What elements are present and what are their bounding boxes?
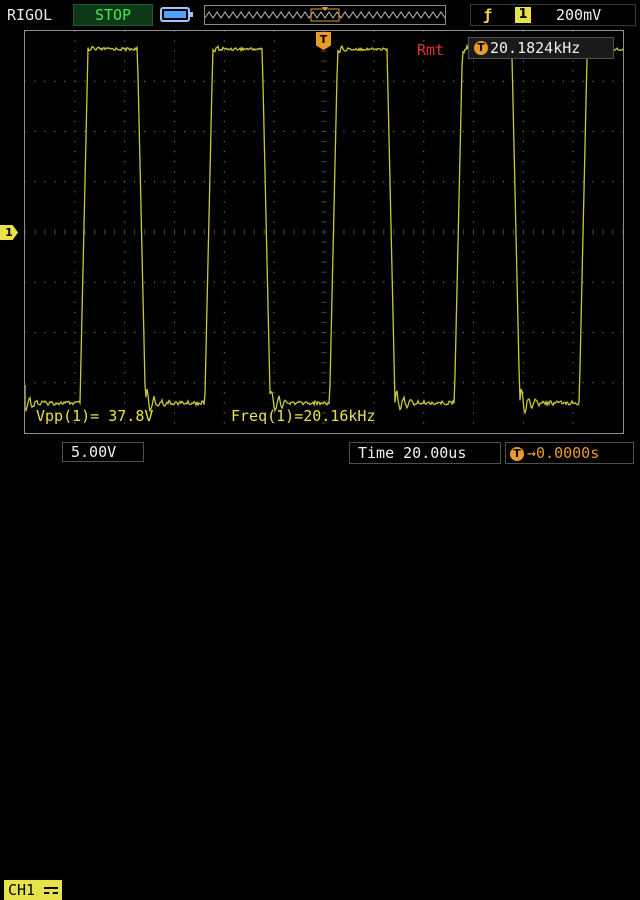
- timebase-label: Time 20.00us: [358, 444, 467, 462]
- rising-edge-icon: ƒ: [483, 6, 493, 24]
- volts-per-div: 5.00V: [71, 443, 117, 461]
- measurement-vpp: Vpp(1)= 37.8V: [36, 407, 154, 425]
- channel-label: CH1: [8, 881, 36, 899]
- status-bar: RIGOL STOP ƒ 1 200mV: [0, 0, 640, 30]
- trigger-source-badge: 1: [515, 7, 531, 23]
- remote-indicator: Rmt: [417, 41, 445, 59]
- measurement-freq: Freq(1)=20.16kHz: [231, 407, 376, 425]
- brand-label: RIGOL: [7, 6, 53, 24]
- dc-coupling-icon: [44, 885, 58, 895]
- run-stop-status[interactable]: STOP: [73, 4, 153, 26]
- frequency-counter-value: 20.1824kHz: [490, 39, 581, 57]
- channel-1-ground-marker[interactable]: 1: [0, 225, 18, 240]
- trigger-delay-icon: T: [510, 447, 524, 461]
- memory-depth-icon: [204, 5, 446, 25]
- counter-trigger-icon: T: [474, 41, 488, 55]
- waveform-grid[interactable]: [24, 30, 624, 434]
- trigger-level: 200mV: [556, 6, 602, 24]
- battery-icon: [160, 7, 193, 22]
- channel-1-badge[interactable]: CH1: [4, 880, 62, 900]
- trigger-delay-value: →0.0000s: [527, 444, 600, 462]
